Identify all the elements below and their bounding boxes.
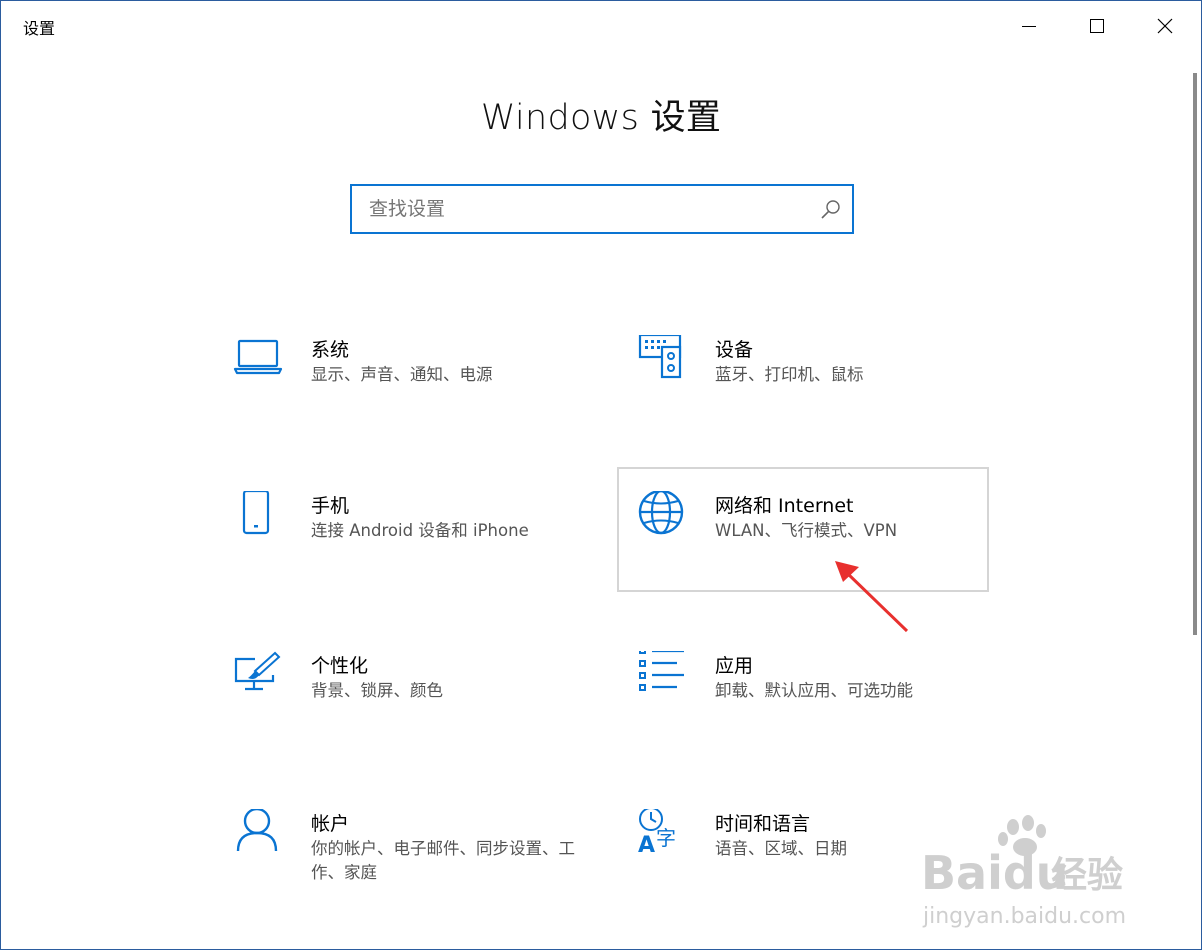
tile-title: 个性化 xyxy=(311,655,369,677)
laptop-icon xyxy=(233,339,283,375)
tile-title: 系统 xyxy=(311,339,350,361)
settings-window: 设置 Windows 设置 系统 显示、声音、通知、电源 xyxy=(0,0,1202,950)
baidu-watermark: Baidu 经验 jingyan.baidu.com xyxy=(921,815,1126,929)
minimize-icon xyxy=(1022,26,1036,27)
close-icon xyxy=(1157,18,1173,34)
tile-accounts[interactable]: 帐户 你的帐户、电子邮件、同步设置、工作、家庭 xyxy=(233,809,603,931)
phone-icon xyxy=(242,491,270,535)
search-input[interactable] xyxy=(352,186,829,232)
tile-personalization[interactable]: 个性化 背景、锁屏、颜色 xyxy=(233,651,603,773)
apps-icon xyxy=(639,651,684,691)
svg-text:A: A xyxy=(638,833,655,858)
tile-title: 时间和语言 xyxy=(715,813,811,835)
tile-title: 手机 xyxy=(311,495,350,517)
watermark-url: jingyan.baidu.com xyxy=(922,904,1126,929)
tile-title: 设备 xyxy=(715,339,754,361)
title-bar: 设置 xyxy=(1,1,1201,51)
svg-text:字: 字 xyxy=(656,826,676,850)
personalization-icon xyxy=(234,651,281,691)
tile-description: 卸载、默认应用、可选功能 xyxy=(715,681,913,700)
watermark-cn: 经验 xyxy=(1051,855,1123,896)
time-language-icon: A 字 xyxy=(638,809,676,858)
tile-description: 背景、锁屏、颜色 xyxy=(311,681,443,700)
tile-description: 连接 Android 设备和 iPhone xyxy=(311,521,529,540)
tile-apps[interactable]: 应用 卸载、默认应用、可选功能 xyxy=(637,651,1007,773)
close-button[interactable] xyxy=(1131,1,1199,51)
globe-icon xyxy=(638,491,684,535)
search-icon[interactable] xyxy=(820,198,842,220)
tile-devices[interactable]: 设备 蓝牙、打印机、鼠标 xyxy=(637,335,1007,457)
minimize-button[interactable] xyxy=(995,1,1063,51)
tile-title: 网络和 Internet xyxy=(715,495,854,517)
tile-title: 帐户 xyxy=(311,813,350,835)
search-box[interactable] xyxy=(350,184,854,234)
tile-description: 显示、声音、通知、电源 xyxy=(311,365,493,384)
tile-title: 应用 xyxy=(715,655,754,677)
tile-description: WLAN、飞行模式、VPN xyxy=(715,521,898,540)
window-title: 设置 xyxy=(23,19,56,38)
annotation-arrow xyxy=(835,561,909,633)
tile-description: 你的帐户、电子邮件、同步设置、工作、家庭 xyxy=(311,839,575,882)
watermark-brand: Baidu xyxy=(921,846,1069,900)
maximize-icon xyxy=(1090,19,1104,33)
devices-icon xyxy=(638,335,682,379)
scrollbar[interactable] xyxy=(1193,73,1197,635)
tile-phone[interactable]: 手机 连接 Android 设备和 iPhone xyxy=(233,491,603,613)
maximize-button[interactable] xyxy=(1063,1,1131,51)
page-title: Windows 设置 xyxy=(480,98,722,138)
account-icon xyxy=(236,809,278,852)
tile-description: 蓝牙、打印机、鼠标 xyxy=(715,365,864,384)
tile-system[interactable]: 系统 显示、声音、通知、电源 xyxy=(233,335,603,457)
